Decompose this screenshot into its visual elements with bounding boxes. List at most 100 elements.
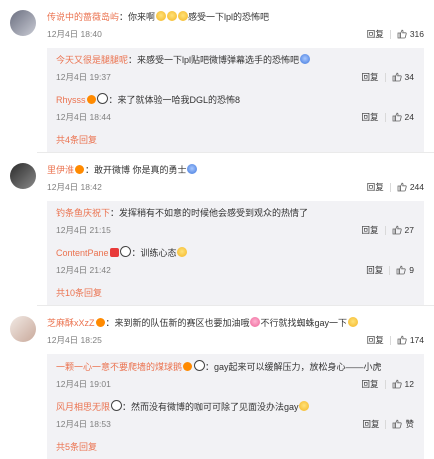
more-replies-link[interactable]: 共4条回复 xyxy=(56,127,414,152)
reply-button[interactable]: 回复 xyxy=(362,224,379,236)
reply-username[interactable]: 风月相思无限 xyxy=(56,402,110,412)
reply-time: 12月4日 21:15 xyxy=(56,225,111,235)
reply-text: ：来了就体验一哈我DGL的恐怖8 xyxy=(108,95,241,105)
comment-username[interactable]: 传说中的蔷薇岛屿 xyxy=(47,12,119,22)
thumbs-up-icon xyxy=(397,182,407,192)
thumbs-up-icon xyxy=(392,112,402,122)
reply-username[interactable]: 钓条鱼庆祝下 xyxy=(56,208,110,218)
like-count: 24 xyxy=(404,112,414,122)
like-button[interactable]: 27 xyxy=(392,225,414,235)
reply-button[interactable]: 回复 xyxy=(362,378,379,390)
avatar[interactable] xyxy=(10,316,36,342)
reply-time: 12月4日 18:53 xyxy=(56,419,111,429)
like-count: 27 xyxy=(404,225,414,235)
reply-username[interactable]: 一颗一心一意不要爬墙的煤球鹅 xyxy=(56,362,182,372)
heart-emoji-icon xyxy=(250,317,261,327)
thumbs-up-icon xyxy=(397,29,407,39)
reply-item: Rhysss ：来了就体验一哈我DGL的恐怖8 12月4日 18:44 回复 24 xyxy=(56,87,414,127)
vip-badge-icon xyxy=(183,362,193,371)
reply-button[interactable]: 回复 xyxy=(362,71,379,83)
reply-username[interactable]: Rhysss xyxy=(56,95,86,105)
like-button[interactable]: 316 xyxy=(397,29,424,39)
divider xyxy=(389,335,391,345)
divider xyxy=(389,29,391,39)
like-button[interactable]: 12 xyxy=(392,379,414,389)
like-button[interactable]: 赞 xyxy=(392,418,414,430)
like-count: 34 xyxy=(404,72,414,82)
thumbs-up-icon xyxy=(397,335,407,345)
reply-text: ：来感受一下lpl贴吧微博弹幕选手的恐怖吧 xyxy=(128,55,300,65)
comment: 芝麻酥xXzZ ：来到新的队伍新的赛区也要加油哦 不行就找蜘蛛gay一下 12月4日… xyxy=(0,306,434,459)
reply-item: ContentPane ：训练心态 12月4日 21:42 回复 9 xyxy=(56,240,414,280)
emoji-icon xyxy=(166,11,177,21)
reply-text: ：然而没有微博的咖可可除了见面没办法gay xyxy=(122,402,299,412)
more-replies-link[interactable]: 共5条回复 xyxy=(56,434,414,459)
like-count: 赞 xyxy=(405,419,414,429)
reply-time: 12月4日 19:01 xyxy=(56,379,111,389)
divider xyxy=(384,379,386,389)
comment-time: 12月4日 18:42 xyxy=(47,182,102,192)
reply-text: ：训练心态 xyxy=(131,248,177,258)
reply-username[interactable]: ContentPane xyxy=(56,248,109,258)
comment-text-tail: 感受一下lpl的恐怖吧 xyxy=(188,12,270,22)
emoji-icon xyxy=(177,11,188,21)
comment: 传说中的蔷薇岛屿：你来啊 感受一下lpl的恐怖吧 12月4日 18:40 回复 3… xyxy=(0,0,434,152)
panda-emoji-icon xyxy=(97,93,109,104)
reply-item: 风月相思无限 ：然而没有微博的咖可可除了见面没办法gay 12月4日 18:53 … xyxy=(56,394,414,434)
reply-button[interactable]: 回复 xyxy=(362,111,379,123)
panda-emoji-icon xyxy=(110,400,122,411)
reply-item: 今天又很是腿腿呢：来感受一下lpl贴吧微博弹幕选手的恐怖吧 12月4日 19:3… xyxy=(56,48,414,87)
comment-text: ：来到新的队伍新的赛区也要加油哦 xyxy=(105,318,250,328)
divider xyxy=(384,225,386,235)
emoji-icon xyxy=(347,317,358,327)
thumbs-up-icon xyxy=(392,225,402,235)
reply-time: 12月4日 21:42 xyxy=(56,265,111,275)
emoji-icon xyxy=(299,401,310,411)
thumbs-up-icon xyxy=(396,265,406,275)
like-count: 316 xyxy=(409,29,424,39)
comment-text: ：你来啊 xyxy=(119,12,156,22)
reply-username[interactable]: 今天又很是腿腿呢 xyxy=(56,55,128,65)
reply-button[interactable]: 回复 xyxy=(362,418,379,430)
avatar[interactable] xyxy=(10,163,36,189)
more-replies-link[interactable]: 共10条回复 xyxy=(56,280,414,305)
avatar[interactable] xyxy=(10,10,36,36)
reply-item: 一颗一心一意不要爬墙的煤球鹅 ：gay起来可以缓解压力，放松身心——小虎 12月4… xyxy=(56,354,414,394)
divider xyxy=(389,265,391,275)
like-button[interactable]: 24 xyxy=(392,112,414,122)
reply-list: 钓条鱼庆祝下：发挥稍有不如意的时候他会感受到观众的热情了 12月4日 21:15… xyxy=(47,201,424,305)
vip-badge-icon xyxy=(95,318,105,327)
thumbs-up-icon xyxy=(393,419,403,429)
comment-username[interactable]: 芝麻酥xXzZ xyxy=(47,318,95,328)
reply-item: 钓条鱼庆祝下：发挥稍有不如意的时候他会感受到观众的热情了 12月4日 21:15… xyxy=(56,201,414,240)
thumbs-up-icon xyxy=(392,379,402,389)
reply-list: 今天又很是腿腿呢：来感受一下lpl贴吧微博弹幕选手的恐怖吧 12月4日 19:3… xyxy=(47,48,424,152)
reply-button[interactable]: 回复 xyxy=(367,181,384,193)
panda-emoji-icon xyxy=(120,246,132,257)
emoji-icon xyxy=(187,164,198,174)
reply-button[interactable]: 回复 xyxy=(366,264,383,276)
emoji-icon xyxy=(177,247,188,257)
divider xyxy=(385,419,387,429)
comment: 里伊淮 ：敢开微博 你是真的勇士 12月4日 18:42 回复 244 钓条鱼庆祝… xyxy=(0,153,434,305)
like-button[interactable]: 244 xyxy=(397,182,424,192)
like-count: 174 xyxy=(409,335,424,345)
like-button[interactable]: 9 xyxy=(396,265,414,275)
emoji-icon xyxy=(299,54,310,64)
reply-button[interactable]: 回复 xyxy=(367,334,384,346)
comment-text: ：敢开微博 你是真的勇士 xyxy=(85,165,187,175)
reply-text: ：发挥稍有不如意的时候他会感受到观众的热情了 xyxy=(110,208,309,218)
like-count: 9 xyxy=(409,265,414,275)
like-button[interactable]: 34 xyxy=(392,72,414,82)
divider xyxy=(384,112,386,122)
comment-time: 12月4日 18:40 xyxy=(47,29,102,39)
like-button[interactable]: 174 xyxy=(397,335,424,345)
divider xyxy=(384,72,386,82)
comment-text-tail: 不行就找蜘蛛gay一下 xyxy=(260,318,348,328)
panda-emoji-icon xyxy=(193,360,205,371)
reply-time: 12月4日 18:44 xyxy=(56,112,111,122)
reply-button[interactable]: 回复 xyxy=(367,28,384,40)
reply-list: 一颗一心一意不要爬墙的煤球鹅 ：gay起来可以缓解压力，放松身心——小虎 12月4… xyxy=(47,354,424,459)
like-count: 12 xyxy=(404,379,414,389)
comment-username[interactable]: 里伊淮 xyxy=(47,165,74,175)
